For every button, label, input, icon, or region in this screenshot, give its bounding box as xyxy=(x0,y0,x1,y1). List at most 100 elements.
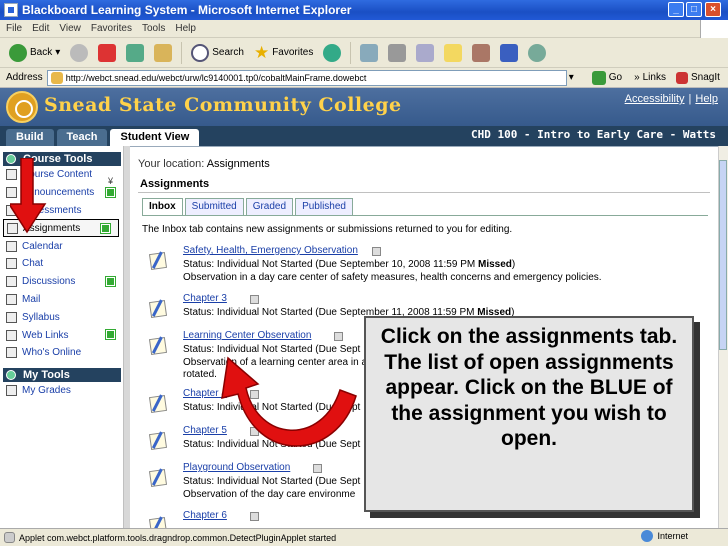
back-button[interactable]: Back ▾ xyxy=(6,41,63,65)
sidebar-item-mail[interactable]: Mail xyxy=(0,291,123,309)
sidebar-item-label: My Grades xyxy=(22,385,71,397)
menu-view[interactable]: View xyxy=(59,23,81,34)
accessibility-link[interactable]: Accessibility xyxy=(625,93,685,105)
menu-help[interactable]: Help xyxy=(175,23,196,34)
menu-edit[interactable]: Edit xyxy=(32,23,49,34)
assignment-icon xyxy=(148,468,168,488)
new-item-icon xyxy=(105,275,116,287)
back-arrow-icon xyxy=(9,43,27,62)
download-icon[interactable] xyxy=(313,464,322,473)
home-button[interactable] xyxy=(151,41,175,65)
address-input[interactable]: http://webct.snead.edu/webct/urw/lc91400… xyxy=(46,69,567,86)
download-icon[interactable] xyxy=(372,247,381,256)
tab-published[interactable]: Published xyxy=(295,198,353,216)
breadcrumb-prefix: Your location: xyxy=(138,158,205,170)
discuss-button[interactable] xyxy=(441,41,465,65)
search-label: Search xyxy=(212,47,244,58)
assignment-icon xyxy=(148,431,168,451)
search-button[interactable]: Search xyxy=(188,41,247,65)
edit-button[interactable] xyxy=(413,41,437,65)
mail-icon xyxy=(6,293,17,305)
snagit-button[interactable]: SnagIt xyxy=(675,71,720,84)
close-button[interactable]: × xyxy=(705,2,721,17)
print-button[interactable] xyxy=(385,41,409,65)
links-button[interactable]: Links xyxy=(643,72,666,83)
download-icon[interactable] xyxy=(250,512,259,521)
security-zone: Internet xyxy=(641,530,688,542)
my-tools-header[interactable]: My Tools xyxy=(3,367,121,382)
dropdown-icon: ▾ xyxy=(55,47,61,58)
research-button[interactable] xyxy=(469,41,493,65)
mail-button[interactable] xyxy=(357,41,381,65)
sidebar-item-label: Mail xyxy=(22,293,41,305)
search-icon xyxy=(191,43,210,62)
divider xyxy=(138,192,710,193)
page-icon xyxy=(50,71,63,84)
assignment-icon xyxy=(148,336,168,356)
assignment-title-link[interactable]: Learning Center Observation xyxy=(183,330,311,341)
snagit-label: SnagIt xyxy=(690,72,720,83)
go-button[interactable]: Go xyxy=(591,70,623,85)
scrollbar-thumb[interactable] xyxy=(719,160,727,350)
page-title: Assignments xyxy=(140,178,210,190)
sidebar-item-syllabus[interactable]: Syllabus xyxy=(0,308,123,326)
tab-graded[interactable]: Graded xyxy=(245,198,294,216)
menu-tools[interactable]: Tools xyxy=(142,23,165,34)
address-dropdown-icon[interactable]: ▾ xyxy=(569,72,574,83)
snagit-icon xyxy=(675,71,688,84)
assignment-title-link[interactable]: Chapter 3 xyxy=(183,293,227,304)
sidebar-item-my-grades[interactable]: My Grades xyxy=(0,382,123,400)
refresh-icon xyxy=(126,43,145,62)
minimize-button[interactable]: _ xyxy=(668,2,684,17)
sidebar-item-whos-online[interactable]: Who's Online xyxy=(0,344,123,362)
download-icon[interactable] xyxy=(250,295,259,304)
download-icon[interactable] xyxy=(334,332,343,341)
assignment-icon xyxy=(148,394,168,414)
status-bar: Applet com.webct.platform.tools.dragndro… xyxy=(0,528,728,546)
favorites-button[interactable]: ★ Favorites xyxy=(251,41,316,65)
tab-build[interactable]: Build xyxy=(6,129,54,146)
help-link[interactable]: Help xyxy=(695,93,718,105)
tab-teach[interactable]: Teach xyxy=(56,129,108,146)
bluetooth-button[interactable] xyxy=(497,41,521,65)
favorites-label: Favorites xyxy=(272,47,314,58)
web-links-icon xyxy=(6,329,17,341)
tab-inbox[interactable]: Inbox xyxy=(142,198,183,216)
instruction-callout: Click on the assignments tab. The list o… xyxy=(364,316,694,512)
ie-app-icon xyxy=(4,3,18,17)
college-seal-icon xyxy=(6,91,38,123)
new-item-icon xyxy=(100,223,111,235)
assignment-title-link[interactable]: Chapter 6 xyxy=(183,510,227,521)
media-button[interactable] xyxy=(320,41,344,65)
sidebar-item-discussions[interactable]: Discussions xyxy=(0,273,123,291)
whos-online-icon xyxy=(6,347,17,359)
chat-icon xyxy=(6,258,17,270)
collapse-sidebar-icon[interactable]: ¥ xyxy=(108,176,113,186)
tab-student-view[interactable]: Student View xyxy=(110,129,200,146)
bluetooth-icon xyxy=(500,43,519,62)
sidebar-item-chat[interactable]: Chat xyxy=(0,255,123,273)
sidebar-item-label: Web Links xyxy=(22,329,69,341)
menu-favorites[interactable]: Favorites xyxy=(91,23,132,34)
window-title-bar: Blackboard Learning System - Microsoft I… xyxy=(0,0,728,20)
breadcrumb-current: Assignments xyxy=(206,158,270,170)
tab-submitted[interactable]: Submitted xyxy=(184,198,244,216)
research-icon xyxy=(472,43,491,62)
messenger-icon xyxy=(528,43,547,62)
messenger-button[interactable] xyxy=(525,41,549,65)
assignment-status: Status: Individual Not Started (Due Sept xyxy=(183,476,361,487)
go-label: Go xyxy=(608,72,623,83)
mail-icon xyxy=(360,43,379,62)
zone-label: Internet xyxy=(657,531,688,541)
maximize-button[interactable]: □ xyxy=(686,2,702,17)
stop-button[interactable] xyxy=(95,41,119,65)
sidebar-item-web-links[interactable]: Web Links xyxy=(0,326,123,344)
calendar-icon xyxy=(6,240,17,252)
curved-red-arrow-icon xyxy=(221,356,357,447)
forward-button[interactable] xyxy=(67,41,91,65)
assignment-title-link[interactable]: Safety, Health, Emergency Observation xyxy=(183,245,358,256)
sidebar-item-calendar[interactable]: Calendar xyxy=(0,237,123,255)
star-icon: ★ xyxy=(253,42,270,62)
refresh-button[interactable] xyxy=(123,41,147,65)
menu-file[interactable]: File xyxy=(6,23,22,34)
